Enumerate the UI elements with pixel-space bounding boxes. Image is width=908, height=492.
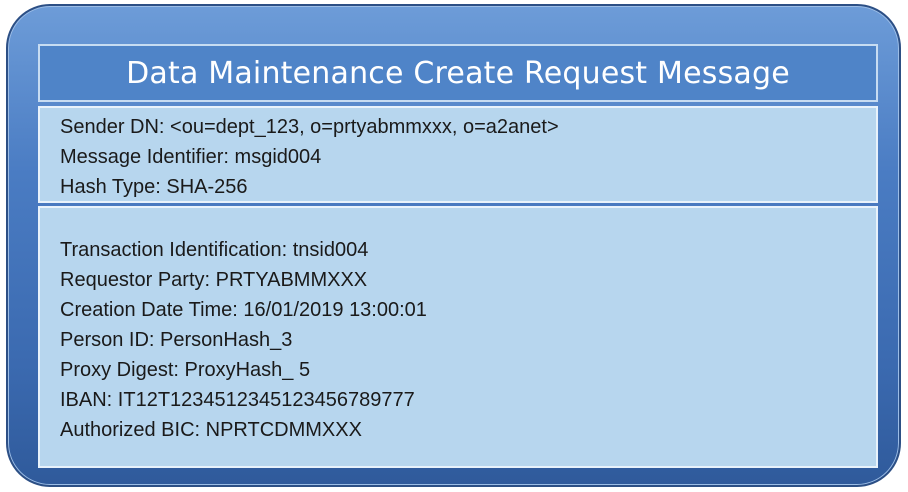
transaction-identification: Transaction Identification: tnsid004 [60,239,369,261]
title-bar: Data Maintenance Create Request Message [38,44,878,102]
proxy-digest: Proxy Digest: ProxyHash_ 5 [60,359,311,381]
person-id: Person ID: PersonHash_3 [60,329,293,351]
message-container: Data Maintenance Create Request Message … [6,4,901,487]
message-title: Data Maintenance Create Request Message [126,55,790,91]
requestor-party: Requestor Party: PRTYABMMXXX [60,269,368,291]
hash-type: Hash Type: SHA-256 [60,176,248,198]
iban: IBAN: IT12T1234512345123456789777 [60,389,415,411]
creation-date-time: Creation Date Time: 16/01/2019 13:00:01 [60,299,427,321]
body-panel: Transaction Identification: tnsid004 Req… [38,206,878,468]
header-panel: Sender DN: <ou=dept_123, o=prtyabmmxxx, … [38,106,878,203]
message-identifier: Message Identifier: msgid004 [60,146,322,168]
sender-dn: Sender DN: <ou=dept_123, o=prtyabmmxxx, … [60,116,559,138]
authorized-bic: Authorized BIC: NPRTCDMMXXX [60,419,362,441]
